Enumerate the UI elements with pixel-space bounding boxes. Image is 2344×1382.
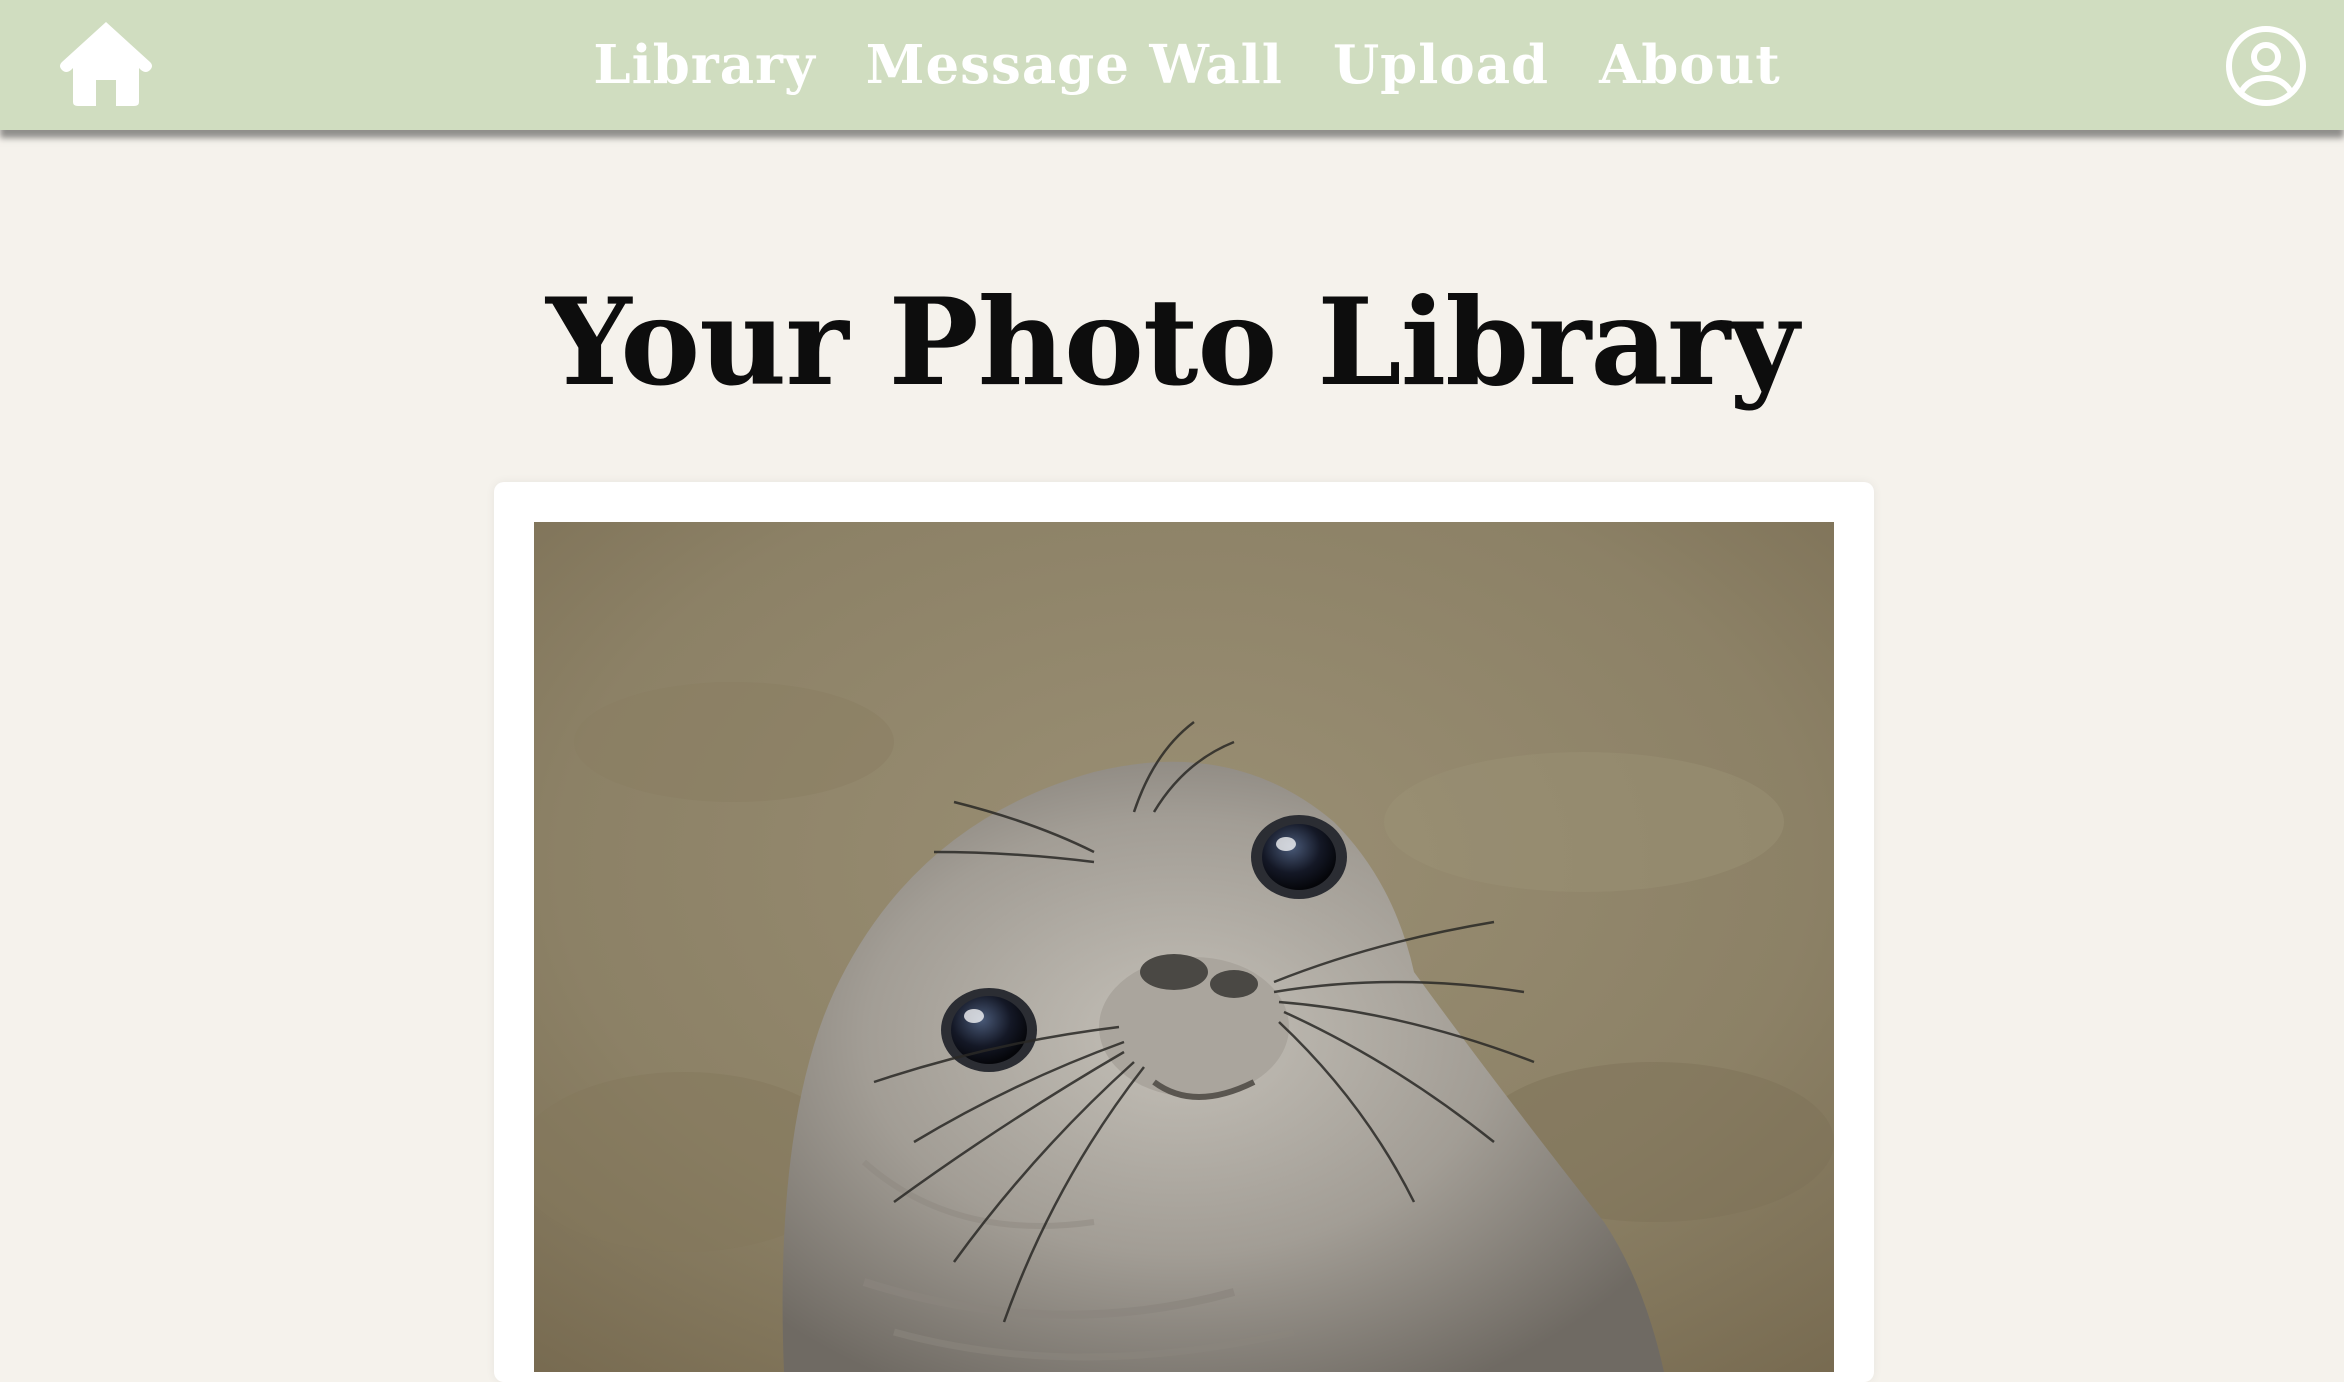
nav-link-about[interactable]: About <box>1599 34 1781 96</box>
nav-link-message-wall[interactable]: Message Wall <box>866 34 1283 96</box>
nav-links: Library Message Wall Upload About <box>0 0 2344 130</box>
user-circle-icon <box>2226 26 2306 106</box>
nav-link-library[interactable]: Library <box>593 34 815 96</box>
page-title: Your Photo Library <box>545 272 1799 413</box>
top-nav-bar: Library Message Wall Upload About <box>0 0 2344 130</box>
photo-thumbnail[interactable] <box>534 522 1834 1372</box>
nav-link-upload[interactable]: Upload <box>1333 34 1549 96</box>
seal-photo <box>534 522 1834 1372</box>
profile-button[interactable] <box>2224 24 2308 108</box>
photo-card <box>494 482 1874 1382</box>
